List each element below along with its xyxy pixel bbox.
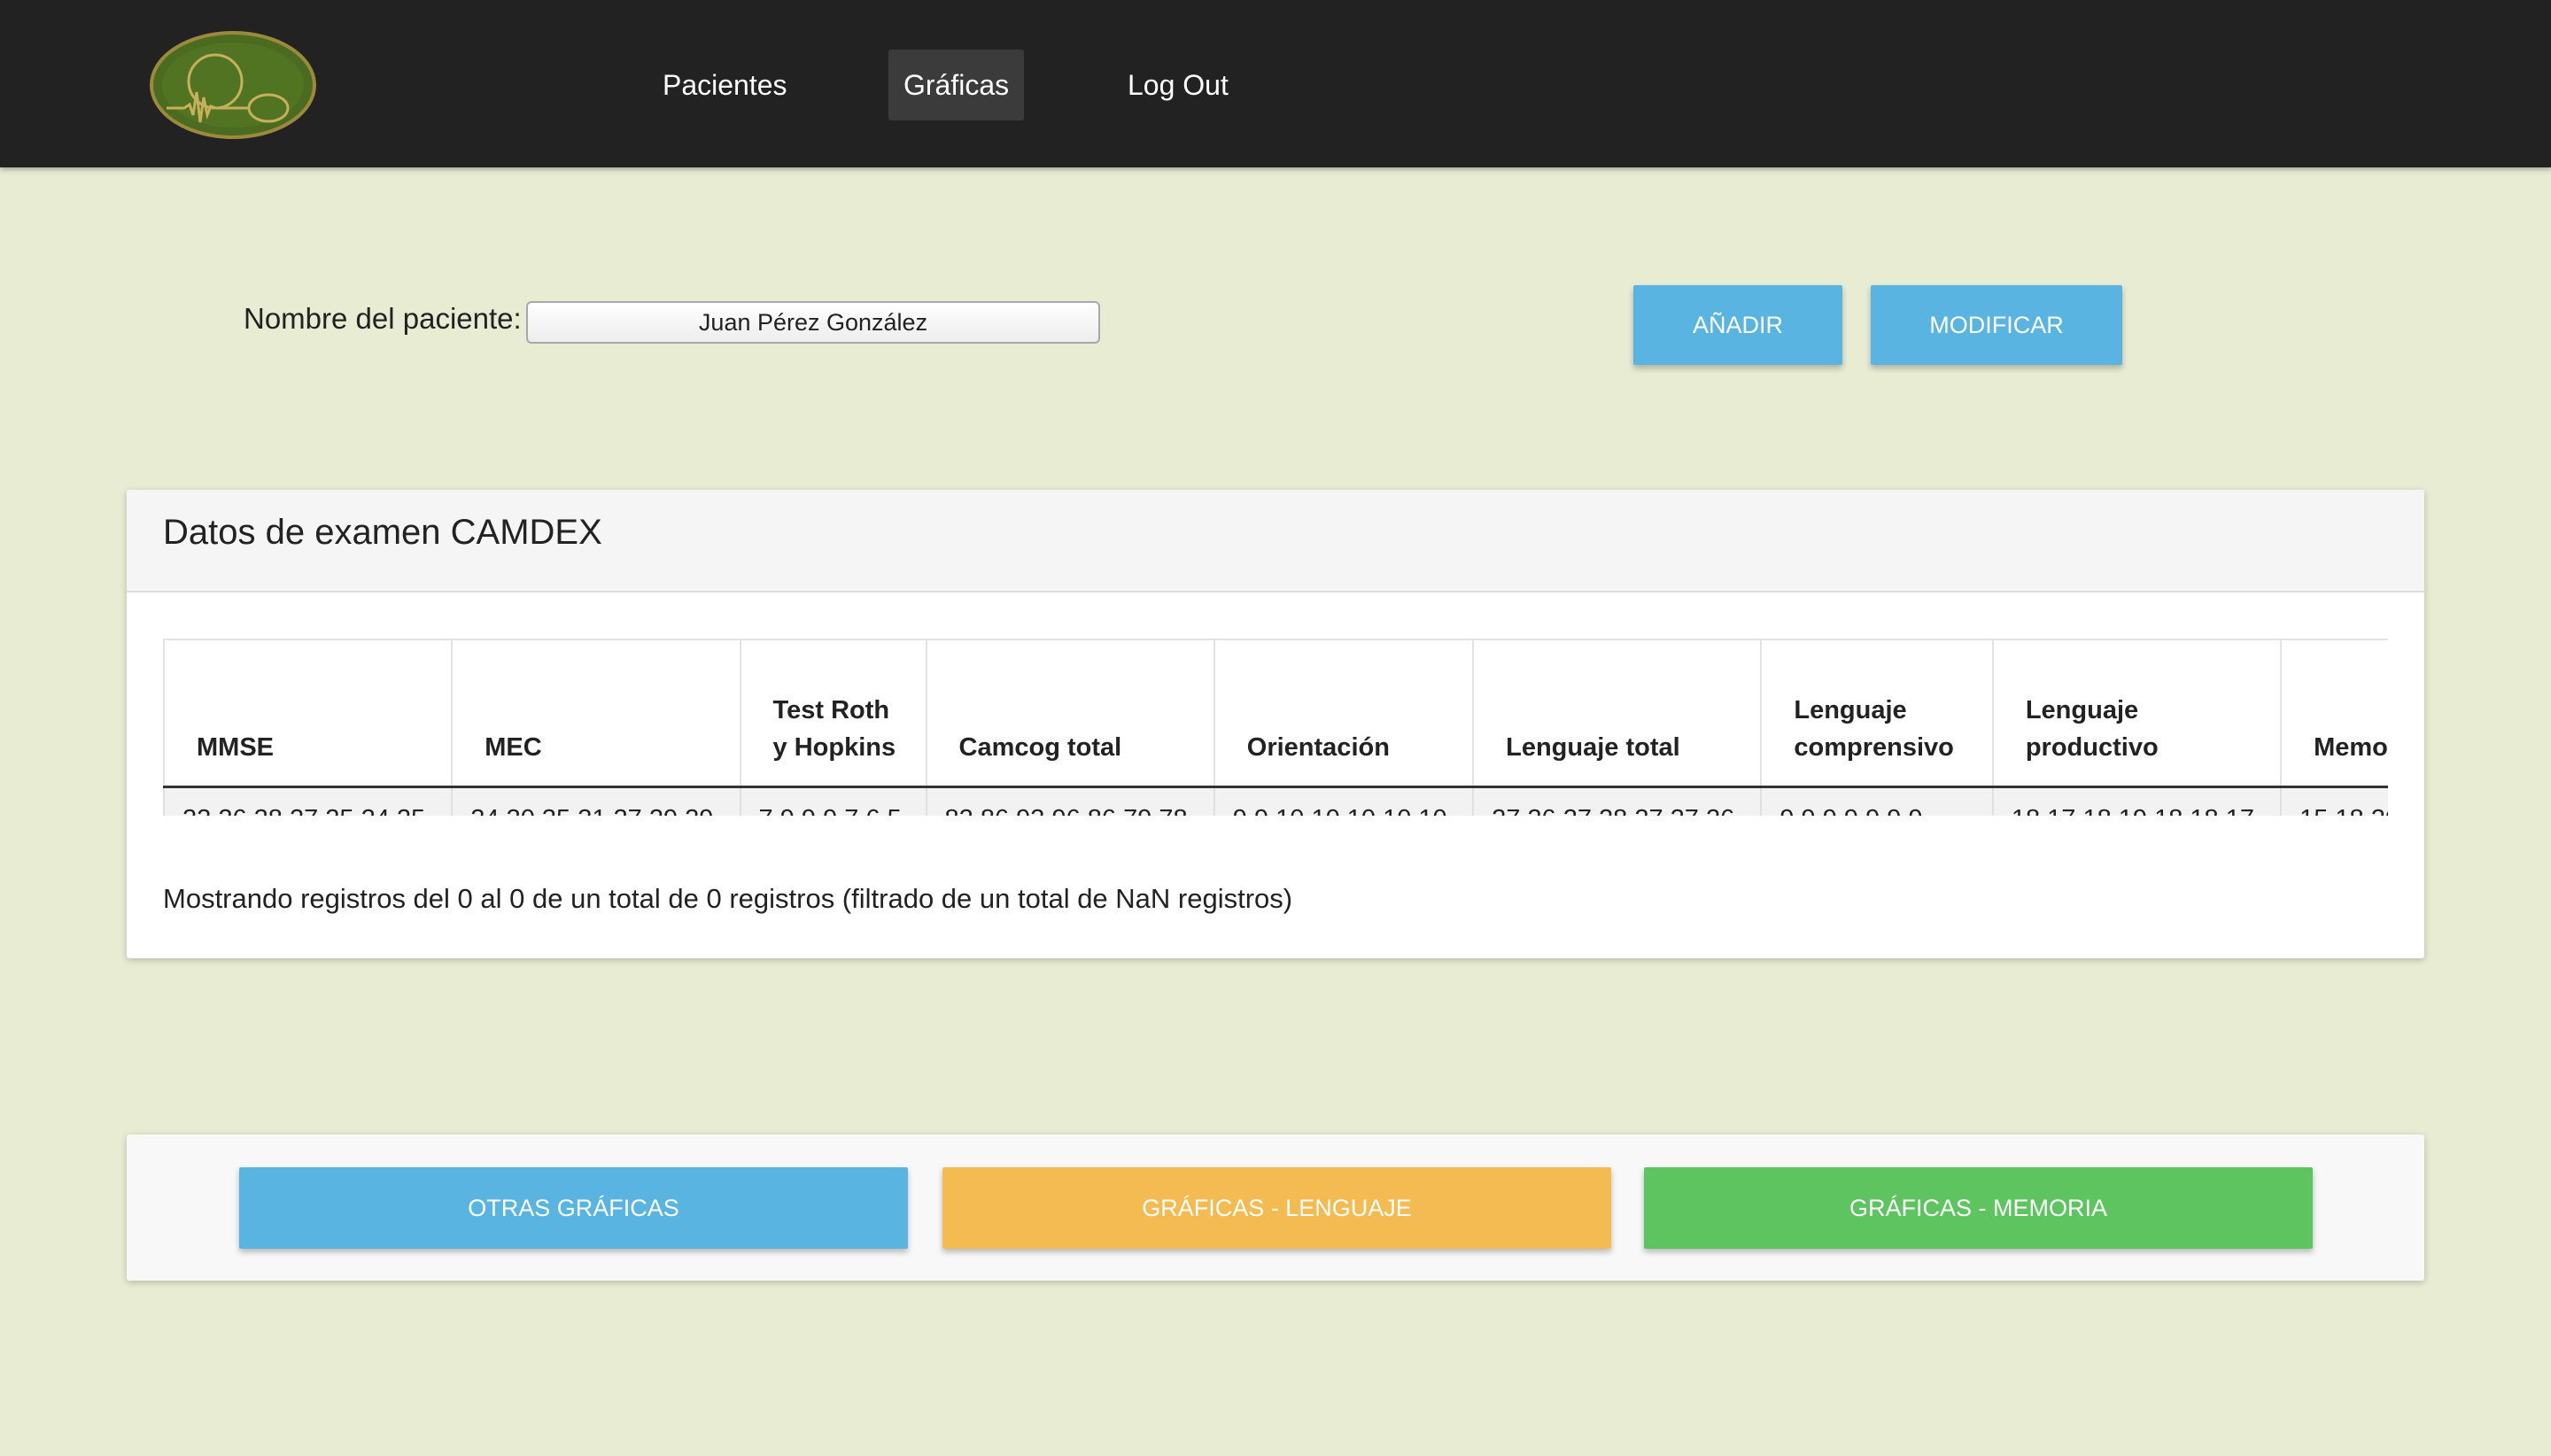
column-header-memoria-total[interactable]: Memoria total bbox=[2280, 639, 2388, 788]
column-header-mec[interactable]: MEC bbox=[451, 639, 740, 788]
table-cell: 15,18,20,20,17 bbox=[2280, 786, 2388, 816]
table-cell: 22,26,28,27,25,24,25 bbox=[163, 786, 453, 816]
panel-header: Datos de examen CAMDEX bbox=[127, 490, 2424, 592]
table-scroll-container[interactable]: MMSE MEC Test Roth y Hopkins Camcog tota… bbox=[163, 639, 2388, 816]
nav-pacientes[interactable]: Pacientes bbox=[647, 50, 803, 120]
table-cell: 27,26,27,28,27,27,26 bbox=[1472, 786, 1762, 816]
column-header-lenguaje-productivo[interactable]: Lenguaje productivo bbox=[1991, 639, 2282, 788]
table-cell: 18,17,18,19,18,18,17 bbox=[1991, 786, 2282, 816]
column-header-roth-hopkins[interactable]: Test Roth y Hopkins bbox=[739, 639, 927, 788]
modify-button[interactable]: MODIFICAR bbox=[1871, 285, 2122, 365]
camdex-panel: Datos de examen CAMDEX MMSE MEC Test Rot… bbox=[127, 490, 2424, 958]
nav-logout[interactable]: Log Out bbox=[1113, 50, 1244, 120]
table-cell: 9,9,9,9,9,9,9 bbox=[1760, 786, 1993, 816]
nav-graficas[interactable]: Gráficas bbox=[888, 50, 1025, 120]
column-header-lenguaje-comprensivo[interactable]: Lenguaje comprensivo bbox=[1760, 639, 1993, 788]
column-header-orientacion[interactable]: Orientación bbox=[1213, 639, 1474, 788]
patient-name-field[interactable] bbox=[526, 301, 1100, 344]
column-header-camcog-total[interactable]: Camcog total bbox=[925, 639, 1214, 788]
camdex-table: MMSE MEC Test Roth y Hopkins Camcog tota… bbox=[163, 639, 2388, 816]
graph-buttons-panel: OTRAS GRÁFICAS GRÁFICAS - LENGUAJE GRÁFI… bbox=[127, 1135, 2424, 1281]
table-cell: 7,9,9,9,7,6,5 bbox=[739, 786, 927, 816]
brain-wave-logo[interactable] bbox=[149, 30, 317, 140]
add-button[interactable]: AÑADIR bbox=[1633, 285, 1842, 365]
table-header-row: MMSE MEC Test Roth y Hopkins Camcog tota… bbox=[163, 639, 2388, 788]
column-header-lenguaje-total[interactable]: Lenguaje total bbox=[1472, 639, 1762, 788]
column-header-mmse[interactable]: MMSE bbox=[163, 639, 453, 788]
table-info-text: Mostrando registros del 0 al 0 de un tot… bbox=[163, 883, 1293, 914]
top-navbar: Pacientes Gráficas Log Out bbox=[0, 0, 2551, 167]
language-graphs-button[interactable]: GRÁFICAS - LENGUAJE bbox=[942, 1167, 1611, 1249]
table-row: 22,26,28,27,25,24,25 24,30,35,31,27,29,2… bbox=[163, 786, 2388, 816]
table-cell: 9,9,10,10,10,10,10 bbox=[1213, 786, 1474, 816]
table-cell: 24,30,35,31,27,29,29 bbox=[451, 786, 740, 816]
panel-title: Datos de examen CAMDEX bbox=[163, 513, 602, 552]
other-graphs-button[interactable]: OTRAS GRÁFICAS bbox=[239, 1167, 908, 1249]
table-cell: 82,86,93,96,86,79,78 bbox=[925, 786, 1214, 816]
patient-name-label: Nombre del paciente: bbox=[244, 302, 522, 335]
memory-graphs-button[interactable]: GRÁFICAS - MEMORIA bbox=[1644, 1167, 2313, 1249]
